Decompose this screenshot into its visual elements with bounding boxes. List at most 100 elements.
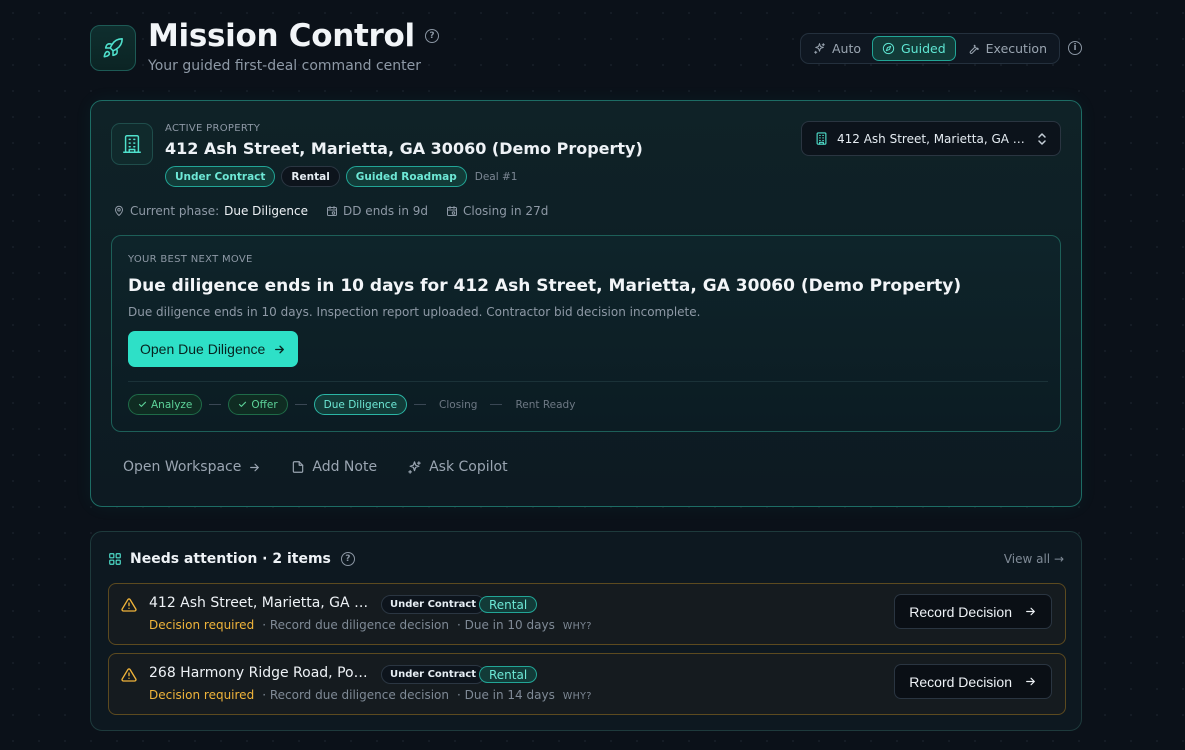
roadmap-steps: Analyze Offer Due Diligence Closing Rent bbox=[128, 394, 581, 415]
calendar-clock-icon bbox=[447, 206, 457, 216]
record-decision-label: Record Decision bbox=[909, 603, 1012, 620]
help-icon[interactable]: ? bbox=[424, 29, 439, 43]
step-offer-label: Offer bbox=[251, 398, 278, 411]
decision-required-flag: Decision required bbox=[149, 618, 255, 632]
mode-guided-label: Guided bbox=[901, 41, 946, 56]
open-due-diligence-label: Open Due Diligence bbox=[140, 341, 266, 357]
rocket-icon bbox=[90, 25, 136, 71]
record-decision-label: Record Decision bbox=[909, 673, 1012, 690]
status-badge: Under Contract bbox=[165, 166, 276, 187]
chevron-up-down-icon bbox=[1038, 132, 1046, 145]
page-header: Mission Control ? Your guided first-deal… bbox=[90, 0, 1082, 100]
attention-due: · Due in 10 days bbox=[457, 618, 555, 632]
property-address: 412 Ash Street, Marietta, GA 30060 (Demo… bbox=[165, 139, 643, 158]
ask-copilot-label: Ask Copilot bbox=[429, 459, 508, 475]
step-closing[interactable]: Closing bbox=[433, 394, 483, 415]
step-analyze-label: Analyze bbox=[151, 398, 193, 411]
property-meta: Current phase: Due Diligence DD ends in … bbox=[113, 204, 548, 218]
page-title-text: Mission Control bbox=[148, 18, 415, 54]
mode-guided-button[interactable]: Guided bbox=[872, 36, 956, 61]
closing-countdown: Closing in 27d bbox=[446, 204, 548, 218]
mode-switcher: Auto Guided Execution bbox=[799, 33, 1060, 64]
step-connector bbox=[414, 404, 427, 405]
mode-execution-button[interactable]: Execution bbox=[958, 36, 1056, 61]
dd-ends: DD ends in 9d bbox=[326, 204, 428, 218]
building-icon bbox=[816, 132, 827, 145]
attention-item-name[interactable]: 268 Harmony Ridge Road, Powder Springs, … bbox=[149, 665, 371, 681]
property-selector[interactable]: 412 Ash Street, Marietta, GA 30060 (Demo… bbox=[801, 121, 1061, 156]
building-icon bbox=[111, 123, 153, 165]
step-analyze[interactable]: Analyze bbox=[128, 394, 203, 415]
arrow-right-icon bbox=[1026, 677, 1035, 686]
page-title: Mission Control ? bbox=[148, 18, 439, 54]
attention-task: · Record due diligence decision bbox=[262, 688, 449, 702]
step-connector bbox=[209, 404, 222, 405]
arrow-right-icon bbox=[250, 463, 260, 471]
property-actions: Open Workspace Add Note Ask Copilot bbox=[123, 459, 508, 475]
attention-due: · Due in 14 days bbox=[457, 688, 555, 702]
mode-auto-label: Auto bbox=[831, 41, 861, 56]
add-note-button[interactable]: Add Note bbox=[291, 459, 377, 475]
active-property-card: ACTIVE PROPERTY 412 Ash Street, Marietta… bbox=[90, 100, 1082, 507]
roadmap-badge: Guided Roadmap bbox=[345, 166, 467, 187]
attention-item-details: Decision required · Record due diligence… bbox=[149, 618, 592, 632]
attention-item-name[interactable]: 412 Ash Street, Marietta, GA 30060 (Demo… bbox=[149, 595, 371, 611]
file-icon bbox=[293, 461, 304, 473]
step-closing-label: Closing bbox=[439, 398, 478, 411]
step-rent-ready-label: Rent Ready bbox=[515, 398, 576, 411]
open-workspace-label: Open Workspace bbox=[123, 459, 242, 475]
mode-auto-button[interactable]: Auto bbox=[804, 36, 870, 61]
next-move-headline: Due diligence ends in 10 days for 412 As… bbox=[128, 276, 962, 296]
info-icon[interactable]: i bbox=[1068, 41, 1082, 55]
next-move-description: Due diligence ends in 10 days. Inspectio… bbox=[128, 305, 701, 319]
step-rent-ready[interactable]: Rent Ready bbox=[509, 394, 581, 415]
attention-item-details: Decision required · Record due diligence… bbox=[149, 688, 592, 702]
ask-copilot-button[interactable]: Ask Copilot bbox=[407, 459, 508, 475]
status-badge: Under Contract bbox=[381, 665, 486, 684]
grid-icon bbox=[109, 553, 121, 565]
add-note-label: Add Note bbox=[312, 459, 378, 475]
arrow-right-icon bbox=[1026, 607, 1035, 616]
active-property-eyebrow: ACTIVE PROPERTY bbox=[165, 123, 261, 134]
dd-ends-text: DD ends in 9d bbox=[343, 204, 428, 218]
step-connector bbox=[294, 404, 307, 405]
open-workspace-link[interactable]: Open Workspace bbox=[123, 459, 261, 475]
deal-number: Deal #1 bbox=[474, 170, 518, 183]
why-link[interactable]: WHY? bbox=[563, 621, 592, 632]
step-connector bbox=[490, 404, 503, 405]
map-pin-icon bbox=[115, 205, 123, 216]
step-due-diligence[interactable]: Due Diligence bbox=[313, 394, 408, 415]
current-phase-label: Current phase: bbox=[130, 204, 220, 218]
mode-execution-label: Execution bbox=[985, 41, 1047, 56]
warning-icon bbox=[121, 598, 137, 612]
record-decision-button[interactable]: Record Decision bbox=[894, 664, 1052, 699]
view-all-link[interactable]: View all → bbox=[1004, 552, 1064, 566]
check-icon bbox=[138, 401, 147, 407]
property-tags: Under Contract Rental Guided Roadmap Dea… bbox=[165, 166, 519, 187]
next-move-eyebrow: YOUR BEST NEXT MOVE bbox=[128, 254, 253, 265]
status-badge: Under Contract bbox=[381, 595, 486, 614]
attention-item: 412 Ash Street, Marietta, GA 30060 (Demo… bbox=[108, 583, 1066, 645]
type-badge: Rental bbox=[281, 166, 340, 187]
help-icon[interactable]: ? bbox=[340, 552, 355, 566]
step-due-diligence-label: Due Diligence bbox=[323, 398, 398, 411]
type-badge: Rental bbox=[479, 596, 538, 613]
arrow-right-icon bbox=[275, 345, 285, 353]
record-decision-button[interactable]: Record Decision bbox=[894, 594, 1052, 629]
current-phase: Current phase: Due Diligence bbox=[113, 204, 308, 218]
needs-attention-title: Needs attention · 2 items bbox=[130, 551, 331, 567]
sparkles-icon bbox=[814, 43, 825, 54]
attention-task: · Record due diligence decision bbox=[262, 618, 449, 632]
warning-icon bbox=[121, 668, 137, 682]
decision-required-flag: Decision required bbox=[149, 688, 255, 702]
check-icon bbox=[239, 401, 247, 407]
why-link[interactable]: WHY? bbox=[563, 691, 592, 702]
attention-item: 268 Harmony Ridge Road, Powder Springs, … bbox=[108, 653, 1066, 715]
calendar-clock-icon bbox=[327, 206, 338, 216]
mission-control-page: Mission Control ? Your guided first-deal… bbox=[90, 0, 1082, 731]
type-badge: Rental bbox=[479, 666, 538, 683]
page-subtitle: Your guided first-deal command center bbox=[148, 58, 422, 74]
step-offer[interactable]: Offer bbox=[228, 394, 288, 415]
needs-attention-panel: Needs attention · 2 items ? View all → 4… bbox=[90, 531, 1082, 731]
open-due-diligence-button[interactable]: Open Due Diligence bbox=[128, 331, 299, 367]
